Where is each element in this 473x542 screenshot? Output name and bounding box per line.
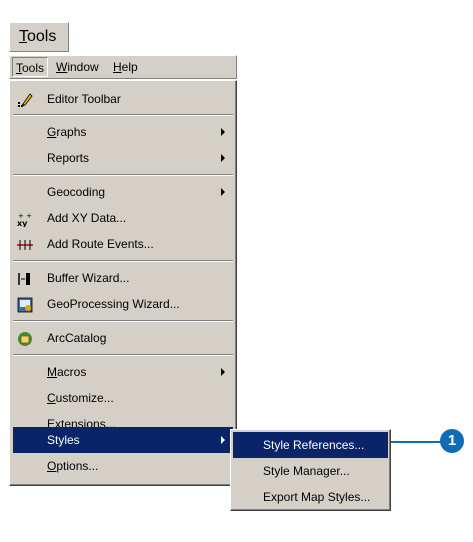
menu-item-options[interactable]: Options...: [13, 453, 233, 479]
submenu-arrow-icon: [221, 128, 225, 136]
menu-item-geocoding[interactable]: Geocoding: [13, 179, 233, 205]
submenu-arrow-icon: [221, 368, 225, 376]
menu-item-style-references[interactable]: Style References...: [233, 432, 388, 458]
tools-caption: Tools: [9, 22, 69, 52]
menu-item-export-map-styles[interactable]: Export Map Styles...: [233, 484, 388, 510]
route-events-icon: [17, 236, 33, 252]
menu-item-customize[interactable]: Customize...: [13, 385, 233, 411]
tools-menu: Editor Toolbar Graphs Reports Geocoding …: [9, 80, 237, 486]
submenu-arrow-icon: [221, 188, 225, 196]
menu-separator: [13, 174, 233, 176]
buffer-wizard-icon: [17, 270, 33, 286]
callout-line: [391, 441, 443, 443]
caption-rest: ools: [27, 28, 57, 45]
caption-accel: T: [19, 28, 27, 45]
menu-item-macros[interactable]: Macros: [13, 359, 233, 385]
menu-item-styles[interactable]: Styles: [13, 427, 233, 453]
menu-separator: [13, 354, 233, 356]
menu-item-reports[interactable]: Reports: [13, 145, 233, 171]
menu-item-arccatalog[interactable]: ArcCatalog: [13, 325, 233, 351]
menu-item-geoprocessing-wizard[interactable]: GeoProcessing Wizard...: [13, 291, 233, 317]
menu-item-style-manager[interactable]: Style Manager...: [233, 458, 388, 484]
menu-separator: [13, 260, 233, 262]
menu-item-buffer-wizard[interactable]: Buffer Wizard...: [13, 265, 233, 291]
arccatalog-icon: [17, 330, 33, 346]
menubar-help[interactable]: Help: [110, 57, 141, 77]
menu-item-add-xy-data[interactable]: + + xy Add XY Data...: [13, 205, 233, 231]
pencil-icon: [17, 91, 33, 107]
callout-badge: 1: [440, 429, 464, 453]
menu-item-editor-toolbar[interactable]: Editor Toolbar: [13, 86, 233, 112]
menu-separator: [13, 114, 233, 116]
menu-bar: Tools Window Help: [9, 55, 237, 79]
menubar-tools[interactable]: Tools: [12, 57, 49, 77]
styles-submenu: Style References... Style Manager... Exp…: [230, 429, 391, 511]
menu-separator: [13, 320, 233, 322]
xy-data-icon: + + xy: [17, 210, 33, 228]
menubar-window[interactable]: Window: [53, 57, 102, 77]
menu-item-add-route-events[interactable]: Add Route Events...: [13, 231, 233, 257]
submenu-arrow-icon: [221, 436, 225, 444]
svg-text:xy: xy: [17, 219, 28, 227]
geoprocessing-icon: [17, 296, 33, 313]
submenu-arrow-icon: [221, 154, 225, 162]
menu-item-graphs[interactable]: Graphs: [13, 119, 233, 145]
